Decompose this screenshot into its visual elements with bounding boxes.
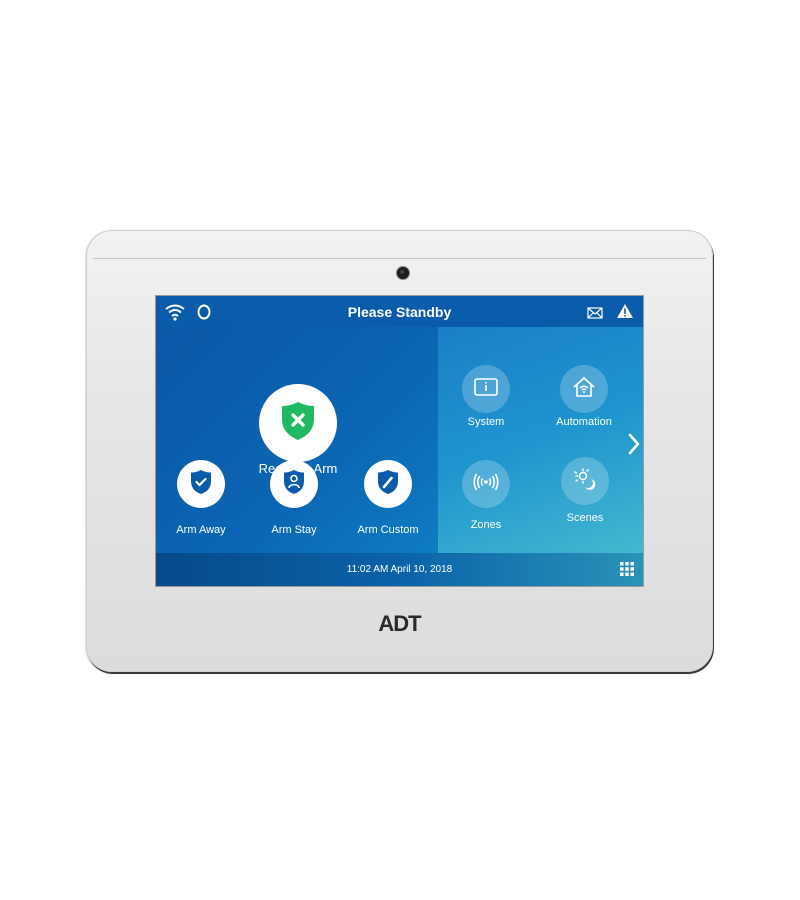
brand-logo: ADT	[378, 611, 421, 636]
system-label: System	[467, 416, 505, 428]
arm-custom-label: Arm Custom	[357, 524, 419, 536]
touchscreen: Please Standby Ready to Arm Arm Away Arm…	[156, 296, 643, 586]
shield-x-icon	[281, 401, 315, 446]
arm-away-button[interactable]	[177, 460, 225, 508]
keypad-grid-icon[interactable]	[619, 561, 635, 582]
zones-tile[interactable]	[462, 460, 510, 508]
system-tile[interactable]	[462, 365, 510, 413]
status-footer: 11:02 AM April 10, 2018	[156, 553, 643, 586]
camera-lens	[397, 267, 409, 279]
arm-stay-button[interactable]	[270, 460, 318, 508]
arm-custom-button[interactable]	[364, 460, 412, 508]
bezel-divider	[93, 258, 706, 259]
arming-panel: Ready to Arm Arm Away Arm Stay Arm Custo…	[156, 327, 438, 553]
status-header: Please Standby	[156, 296, 643, 327]
datetime-display: 11:02 AM April 10, 2018	[346, 564, 453, 575]
scenes-tile[interactable]	[561, 457, 609, 505]
menu-panel: System Automation Zones Scenes	[438, 327, 643, 553]
info-panel-icon	[474, 377, 498, 401]
wireless-signal-icon	[473, 473, 499, 496]
shield-person-icon	[283, 469, 305, 500]
smart-home-icon	[572, 376, 596, 403]
warning-icon[interactable]	[616, 303, 634, 324]
automation-label: Automation	[556, 416, 612, 428]
zones-label: Zones	[470, 519, 502, 531]
scenes-label: Scenes	[566, 512, 604, 524]
shield-pencil-icon	[377, 469, 399, 500]
mail-icon[interactable]	[587, 306, 603, 324]
status-button[interactable]	[259, 384, 337, 462]
chevron-right-icon[interactable]	[627, 433, 641, 460]
sun-moon-icon	[573, 467, 597, 496]
header-title: Please Standby	[347, 304, 452, 320]
shield-check-icon	[190, 469, 212, 500]
automation-tile[interactable]	[560, 365, 608, 413]
